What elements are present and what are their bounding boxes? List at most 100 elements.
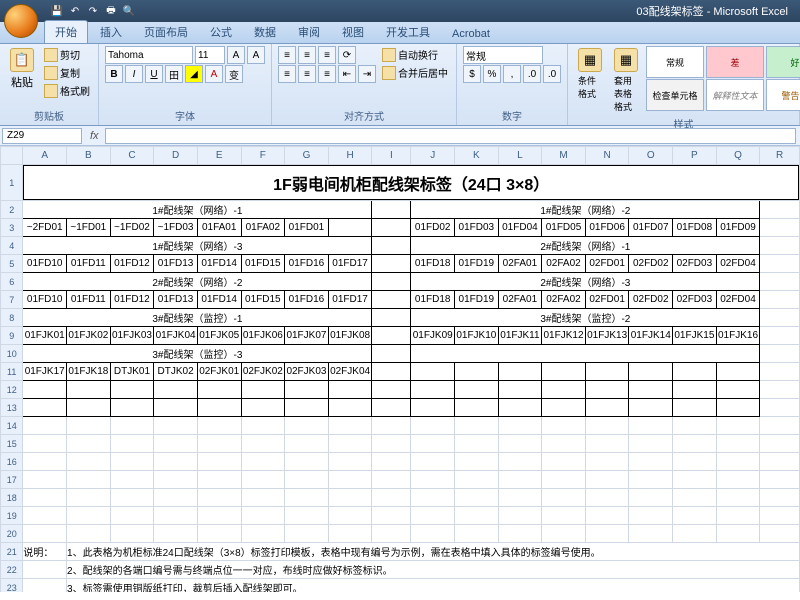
cell[interactable] [716,489,760,507]
cell[interactable] [67,525,111,543]
cell[interactable] [542,453,586,471]
col-header[interactable]: F [241,147,285,165]
row-header[interactable]: 6 [1,273,23,291]
grow-font-button[interactable]: A [227,46,245,64]
cell[interactable] [285,435,329,453]
label-cell[interactable]: 01FJK02 [67,327,111,345]
cell[interactable] [328,435,372,453]
dec-decimal-button[interactable]: .0 [543,65,561,83]
label-cell[interactable]: 01FJK04 [154,327,198,345]
worksheet-area[interactable]: ABCDEFGHIJKLMNOPQR11F弱电间机柜配线架标签（24口 3×8）… [0,146,800,592]
cell[interactable] [154,435,198,453]
label-cell[interactable]: 01FJK17 [23,363,67,381]
cell[interactable] [716,471,760,489]
label-cell[interactable]: DTJK01 [110,363,154,381]
cell[interactable] [241,417,285,435]
row-header[interactable]: 11 [1,363,23,381]
name-box[interactable]: Z29 [2,128,82,144]
label-cell[interactable]: 02FD01 [585,255,629,273]
align-middle-button[interactable]: ≡ [298,46,316,64]
label-cell[interactable] [285,381,329,399]
cell[interactable] [411,453,455,471]
cell[interactable] [328,471,372,489]
cell[interactable] [110,525,154,543]
cell[interactable] [154,507,198,525]
label-cell[interactable] [328,399,372,417]
row-header[interactable]: 21 [1,543,23,561]
cell[interactable] [673,435,717,453]
comma-button[interactable]: , [503,65,521,83]
cell[interactable] [673,453,717,471]
indent-dec-button[interactable]: ⇤ [338,65,356,83]
cell[interactable] [411,489,455,507]
row-header[interactable]: 13 [1,399,23,417]
cell[interactable] [411,471,455,489]
label-cell[interactable]: 01FD05 [542,219,586,237]
label-cell[interactable]: 01FJK15 [673,327,717,345]
cell[interactable] [498,417,542,435]
label-cell[interactable]: 01FJK18 [67,363,111,381]
cell[interactable] [760,291,800,309]
label-cell[interactable]: 01FD17 [328,291,372,309]
label-cell[interactable]: 02FD03 [673,291,717,309]
cell[interactable] [154,471,198,489]
label-cell[interactable]: 01FD10 [23,291,67,309]
cell[interactable] [110,507,154,525]
cell[interactable] [760,219,800,237]
cell[interactable] [585,471,629,489]
cell[interactable] [760,237,800,255]
col-header[interactable]: E [197,147,241,165]
row-header[interactable]: 22 [1,561,23,579]
cell[interactable] [629,525,673,543]
cell[interactable] [760,381,800,399]
row-header[interactable]: 15 [1,435,23,453]
align-right-button[interactable]: ≡ [318,65,336,83]
cell[interactable] [154,525,198,543]
cell[interactable] [673,417,717,435]
fx-icon[interactable]: fx [84,130,105,142]
tab-layout[interactable]: 页面布局 [134,21,198,43]
cell[interactable] [760,435,800,453]
cell[interactable] [67,507,111,525]
cell[interactable] [498,435,542,453]
cell[interactable] [411,525,455,543]
tab-developer[interactable]: 开发工具 [376,21,440,43]
col-header[interactable]: G [285,147,329,165]
group-header[interactable] [411,345,760,363]
painter-button[interactable]: 格式刷 [42,82,92,99]
label-cell[interactable]: ~2FD01 [23,219,67,237]
font-name-combo[interactable] [105,46,193,64]
orientation-button[interactable]: ⟳ [338,46,356,64]
col-header[interactable]: R [760,147,800,165]
paste-button[interactable]: 📋 粘贴 [6,46,38,92]
label-cell[interactable]: ~1FD02 [110,219,154,237]
formula-input[interactable] [105,128,796,144]
label-cell[interactable] [542,381,586,399]
cell[interactable] [629,471,673,489]
label-cell[interactable]: 02FJK04 [328,363,372,381]
label-cell[interactable]: 01FD10 [23,255,67,273]
cell[interactable] [110,471,154,489]
cell[interactable] [760,309,800,327]
note-line[interactable]: 1、此表格为机柜标准24口配线架（3×8）标签打印模板，表格中现有编号为示例，需… [67,543,800,561]
cell[interactable] [760,327,800,345]
font-color-button[interactable]: A [205,65,223,83]
cell[interactable] [67,489,111,507]
cell[interactable] [154,453,198,471]
cell[interactable] [67,453,111,471]
cell[interactable] [23,507,67,525]
cell[interactable] [585,435,629,453]
label-cell[interactable] [411,381,455,399]
cell[interactable] [673,471,717,489]
cell[interactable] [542,525,586,543]
row-header[interactable]: 5 [1,255,23,273]
label-cell[interactable] [23,381,67,399]
cell[interactable] [498,507,542,525]
cell[interactable] [372,507,411,525]
group-header[interactable]: 3#配线架（监控）-1 [23,309,372,327]
label-cell[interactable] [498,363,542,381]
label-cell[interactable]: 01FJK08 [328,327,372,345]
label-cell[interactable]: 01FD18 [411,255,455,273]
cell[interactable] [542,417,586,435]
cond-format-button[interactable]: ▦条件格式 [574,46,606,102]
